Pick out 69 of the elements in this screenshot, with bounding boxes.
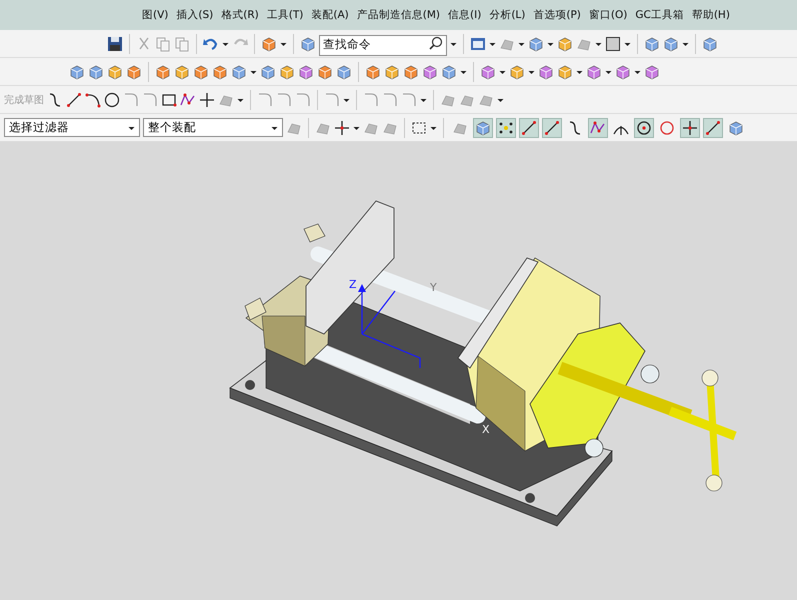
cube-icon[interactable] [300, 36, 316, 52]
cube-icon[interactable] [480, 64, 496, 80]
cube-icon[interactable] [557, 36, 573, 52]
command-search-field[interactable]: 查找命令 [319, 34, 447, 56]
menu-item[interactable]: 插入(S) [172, 8, 218, 22]
cube-icon[interactable] [317, 64, 333, 80]
menu-item[interactable]: 图(V) [138, 8, 172, 22]
square-icon[interactable] [605, 36, 621, 52]
cube-icon[interactable] [509, 64, 525, 80]
menu-item[interactable]: 首选项(P) [529, 8, 585, 22]
cube-icon[interactable] [557, 64, 573, 80]
corner-icon[interactable] [382, 92, 398, 108]
polyline-icon[interactable] [180, 92, 196, 108]
cube-icon[interactable] [538, 64, 554, 80]
menu-item[interactable]: 信息(I) [444, 8, 486, 22]
menu-item[interactable]: 产品制造信息(M) [352, 8, 444, 22]
cube-icon[interactable] [231, 64, 247, 80]
cube-icon[interactable] [663, 36, 679, 52]
cube-icon[interactable] [88, 64, 104, 80]
assembly-scope-dropdown[interactable]: 整个装配 [143, 118, 283, 137]
menu-item[interactable]: 装配(A) [307, 8, 353, 22]
z-axis-label: Z [349, 278, 357, 291]
x-axis-label: X [482, 423, 490, 436]
menu-item[interactable]: 格式(R) [217, 8, 263, 22]
cube-icon[interactable] [422, 64, 438, 80]
arc-icon[interactable] [85, 92, 101, 108]
cube-icon[interactable] [336, 64, 352, 80]
selection-filter-dropdown[interactable]: 选择过滤器 [4, 118, 140, 137]
cube-icon[interactable] [212, 64, 228, 80]
cube-icon[interactable] [384, 64, 400, 80]
menu-item[interactable]: 帮助(H) [688, 8, 734, 22]
corner-icon[interactable] [276, 92, 292, 108]
cube-icon[interactable] [279, 64, 295, 80]
cube-icon[interactable] [193, 64, 209, 80]
cube-icon[interactable] [644, 36, 660, 52]
corner-icon[interactable] [363, 92, 379, 108]
menu-item[interactable]: 工具(T) [262, 8, 308, 22]
corner-icon[interactable] [295, 92, 311, 108]
cube-icon[interactable] [702, 36, 718, 52]
cube-icon[interactable] [260, 64, 276, 80]
cube-icon[interactable] [69, 64, 85, 80]
rectangle-icon[interactable] [161, 92, 177, 108]
cube-icon[interactable] [126, 64, 142, 80]
cube-icon[interactable] [365, 64, 381, 80]
cube-icon[interactable] [174, 64, 190, 80]
window-icon[interactable] [470, 36, 486, 52]
menu-item[interactable]: GC工具箱 [631, 8, 688, 22]
cube-icon[interactable] [403, 64, 419, 80]
box-outline-icon[interactable] [411, 120, 427, 136]
cube-icon[interactable] [298, 64, 314, 80]
cube-icon[interactable] [441, 64, 457, 80]
search-icon[interactable] [429, 36, 443, 50]
corner-icon[interactable] [257, 92, 273, 108]
circle-icon[interactable] [104, 92, 120, 108]
cube-icon[interactable] [155, 64, 171, 80]
cube-icon[interactable] [107, 64, 123, 80]
cube-icon[interactable] [586, 64, 602, 80]
cube-icon[interactable] [644, 64, 660, 80]
line-icon[interactable] [66, 92, 82, 108]
curve-icon[interactable] [47, 92, 63, 108]
crosshair-icon[interactable] [334, 120, 350, 136]
cube-icon[interactable] [615, 64, 631, 80]
cross-icon[interactable] [199, 92, 215, 108]
cube-icon[interactable] [528, 36, 544, 52]
save-icon[interactable] [107, 36, 123, 52]
menu-item[interactable]: 分析(L) [485, 8, 530, 22]
menu-item[interactable]: 窗口(O) [584, 8, 632, 22]
y-axis-label: Y [430, 281, 437, 294]
cube-icon[interactable] [261, 36, 277, 52]
